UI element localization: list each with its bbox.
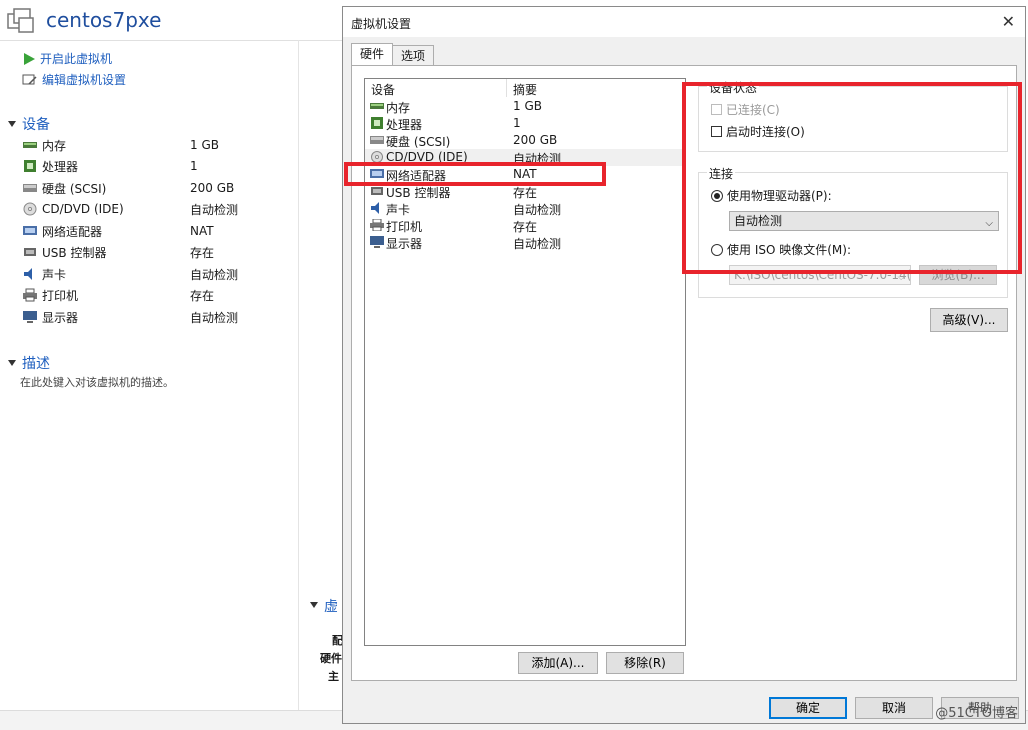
- close-icon[interactable]: ✕: [1002, 12, 1015, 31]
- edit-settings-icon: [22, 74, 37, 85]
- tab-hardware[interactable]: 硬件: [351, 43, 394, 66]
- sound-icon: [24, 268, 32, 280]
- usb-icon: [371, 187, 383, 195]
- sound-icon: [371, 202, 379, 214]
- dialog-title: 虚拟机设置: [351, 17, 412, 31]
- summary-device-row[interactable]: 网络适配器 NAT: [22, 221, 282, 241]
- summary-device-row[interactable]: CD/DVD (IDE) 自动检测: [22, 199, 282, 219]
- device-row-sound[interactable]: 声卡 自动检测: [365, 200, 685, 217]
- ok-button[interactable]: 确定: [769, 697, 847, 719]
- devices-section-title: 设备: [22, 117, 50, 133]
- vm-details-partial: 虚 配 硬件 主: [300, 596, 343, 696]
- device-row-hard-disk[interactable]: 硬盘 (SCSI) 200 GB: [365, 132, 685, 149]
- highlight-network-adapter: [344, 162, 606, 186]
- play-icon: [24, 52, 35, 65]
- display-icon: [370, 236, 384, 248]
- summary-device-row[interactable]: USB 控制器 存在: [22, 242, 282, 262]
- summary-device-row[interactable]: 显示器 自动检测: [22, 307, 282, 327]
- processor-icon: [24, 160, 36, 172]
- device-row-printer[interactable]: 打印机 存在: [365, 217, 685, 234]
- hard-disk-icon: [370, 136, 384, 144]
- printer-icon: [370, 219, 384, 231]
- device-list-header: 设备 摘要: [365, 79, 685, 97]
- edit-settings-label: 编辑虚拟机设置: [42, 73, 127, 87]
- column-summary[interactable]: 摘要: [513, 81, 537, 98]
- summary-device-row[interactable]: 内存 1 GB: [22, 135, 282, 155]
- printer-icon: [23, 288, 37, 302]
- watermark: @51CTO博客: [935, 706, 1018, 721]
- description-section-header[interactable]: 描述: [8, 353, 50, 373]
- summary-device-row[interactable]: 声卡 自动检测: [22, 264, 282, 284]
- highlight-connection-settings: [682, 82, 1022, 274]
- power-on-label: 开启此虚拟机: [40, 52, 113, 66]
- advanced-button[interactable]: 高级(V)...: [930, 308, 1008, 332]
- power-on-vm-link[interactable]: 开启此虚拟机: [22, 50, 112, 67]
- column-device[interactable]: 设备: [371, 81, 395, 98]
- processor-icon: [371, 117, 383, 129]
- hard-disk-icon: [23, 184, 37, 192]
- summary-device-row[interactable]: 处理器 1: [22, 156, 282, 176]
- summary-device-row[interactable]: 硬盘 (SCSI) 200 GB: [22, 178, 282, 198]
- device-row-display[interactable]: 显示器 自动检测: [365, 234, 685, 251]
- vm-name-title: centos7pxe: [46, 8, 162, 32]
- vm-header: centos7pxe: [0, 0, 343, 41]
- tab-options[interactable]: 选项: [392, 45, 435, 66]
- memory-icon: [23, 142, 37, 148]
- edit-vm-settings-link[interactable]: 编辑虚拟机设置: [22, 71, 126, 88]
- collapse-icon: [8, 121, 16, 127]
- collapse-icon: [310, 602, 318, 608]
- add-device-button[interactable]: 添加(A)...: [518, 652, 598, 674]
- memory-icon: [370, 103, 384, 109]
- cd-dvd-icon: [23, 202, 37, 216]
- description-section-title: 描述: [22, 356, 50, 372]
- device-row-processor[interactable]: 处理器 1: [365, 115, 685, 132]
- cancel-button[interactable]: 取消: [855, 697, 933, 719]
- remove-device-button[interactable]: 移除(R): [606, 652, 684, 674]
- devices-section-header[interactable]: 设备: [8, 114, 50, 134]
- display-icon: [23, 311, 37, 323]
- summary-device-row[interactable]: 打印机 存在: [22, 285, 282, 305]
- panel-divider: [298, 40, 299, 710]
- usb-icon: [24, 248, 36, 256]
- network-adapter-icon: [23, 226, 37, 235]
- vm-logo-icon: [7, 8, 34, 33]
- dialog-tabs: 硬件 选项: [351, 43, 435, 66]
- dialog-titlebar: 虚拟机设置 ✕: [343, 7, 1025, 37]
- collapse-icon: [8, 360, 16, 366]
- device-row-memory[interactable]: 内存 1 GB: [365, 98, 685, 115]
- description-hint[interactable]: 在此处键入对该虚拟机的描述。: [20, 374, 174, 390]
